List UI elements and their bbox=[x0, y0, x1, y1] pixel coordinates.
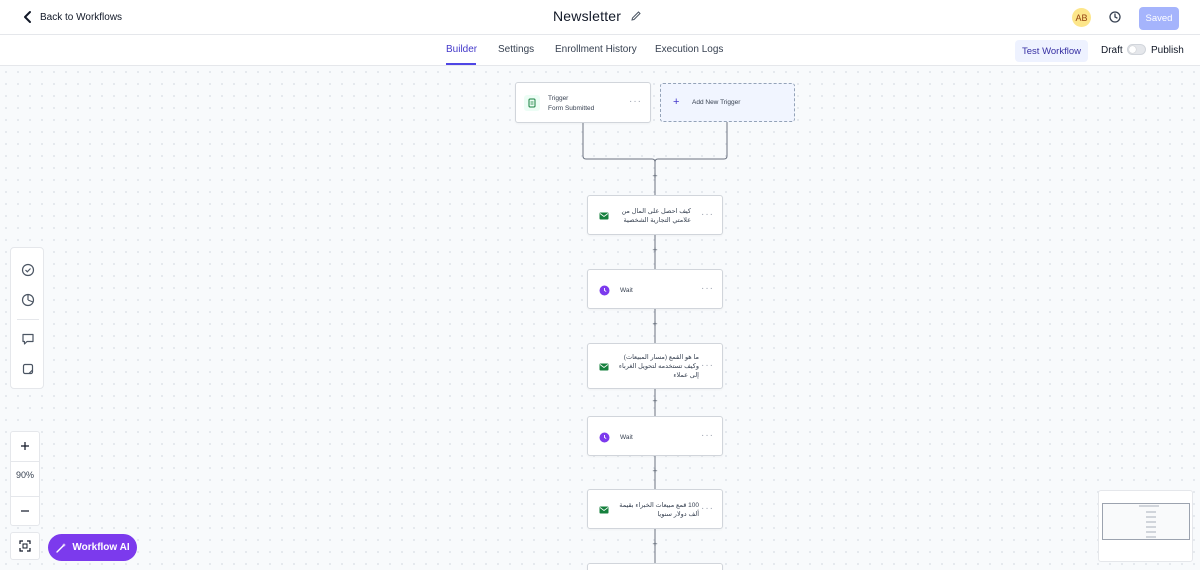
publish-label: Publish bbox=[1151, 45, 1184, 56]
add-trigger-label: Add New Trigger bbox=[692, 99, 741, 106]
minimap-viewport[interactable] bbox=[1102, 503, 1190, 540]
wait-step-node[interactable]: Wait ··· bbox=[587, 269, 723, 309]
more-options-icon[interactable]: ··· bbox=[701, 283, 714, 294]
add-step-button[interactable]: + bbox=[651, 467, 659, 476]
saved-button[interactable]: Saved bbox=[1139, 7, 1179, 30]
zoom-level: 90% bbox=[15, 470, 34, 480]
active-tab-indicator bbox=[446, 63, 476, 65]
history-icon[interactable] bbox=[1108, 10, 1122, 24]
email-icon bbox=[596, 208, 612, 224]
email-step-node[interactable]: 100 قمع مبيعات الخبراء بقيمة ألف دولار س… bbox=[587, 489, 723, 529]
step-text: ما هو القمع (مسار المبيعات) وكيف تستخدمه… bbox=[618, 354, 699, 379]
minus-icon bbox=[21, 510, 29, 512]
step-text: 100 قمع مبيعات الخبراء بقيمة ألف دولار س… bbox=[619, 502, 699, 518]
tool-divider bbox=[17, 319, 39, 320]
tabs-row: Builder Settings Enrollment History Exec… bbox=[0, 35, 1200, 66]
step-text: كيف احصل على المال من علامتي التجارية ال… bbox=[621, 208, 691, 224]
pie-chart-icon[interactable] bbox=[21, 293, 35, 307]
step-text: Wait bbox=[620, 287, 633, 294]
minimap-node bbox=[1139, 505, 1159, 507]
note-icon[interactable] bbox=[21, 362, 35, 376]
more-options-icon[interactable]: ··· bbox=[701, 503, 714, 514]
form-icon bbox=[524, 95, 540, 111]
more-options-icon[interactable]: ··· bbox=[629, 96, 642, 107]
magic-wand-icon bbox=[56, 542, 67, 553]
add-new-trigger-button[interactable]: + Add New Trigger bbox=[660, 83, 795, 122]
add-step-button[interactable]: + bbox=[651, 540, 659, 549]
minimap[interactable] bbox=[1098, 490, 1193, 562]
comment-icon[interactable] bbox=[21, 332, 35, 346]
tab-execution-logs[interactable]: Execution Logs bbox=[655, 44, 723, 55]
publish-toggle[interactable] bbox=[1127, 44, 1146, 55]
minimap-node bbox=[1146, 526, 1156, 528]
zoom-in-button[interactable] bbox=[11, 432, 39, 460]
email-icon bbox=[596, 502, 612, 518]
tab-builder[interactable]: Builder bbox=[446, 44, 477, 55]
top-header: Back to Workflows Newsletter AB Saved bbox=[0, 0, 1200, 35]
workflow-ai-button[interactable]: Workflow AI bbox=[48, 534, 137, 561]
pencil-icon[interactable] bbox=[630, 10, 642, 22]
check-circle-icon[interactable] bbox=[21, 263, 35, 277]
minimap-node bbox=[1146, 521, 1156, 523]
add-step-button[interactable]: + bbox=[651, 397, 659, 406]
clock-icon bbox=[596, 282, 612, 298]
wait-step-node[interactable]: Wait ··· bbox=[587, 416, 723, 456]
next-step-node[interactable] bbox=[587, 563, 723, 570]
minimap-node bbox=[1146, 531, 1156, 533]
add-step-button[interactable]: + bbox=[651, 172, 659, 181]
workflow-title: Newsletter bbox=[553, 8, 622, 24]
test-workflow-button[interactable]: Test Workflow bbox=[1015, 40, 1088, 62]
minimap-node bbox=[1146, 536, 1156, 538]
zoom-out-button[interactable] bbox=[11, 497, 39, 525]
email-icon bbox=[596, 359, 612, 375]
more-options-icon[interactable]: ··· bbox=[701, 430, 714, 441]
user-avatar[interactable]: AB bbox=[1072, 8, 1091, 27]
minimap-node bbox=[1146, 516, 1156, 518]
email-step-node[interactable]: ما هو القمع (مسار المبيعات) وكيف تستخدمه… bbox=[587, 343, 723, 389]
minimap-node bbox=[1146, 511, 1156, 513]
left-tool-panel bbox=[10, 247, 44, 389]
arrow-left-icon bbox=[24, 11, 31, 23]
back-label: Back to Workflows bbox=[40, 11, 123, 23]
workflow-title-area: Newsletter bbox=[553, 8, 642, 24]
trigger-subtitle: Form Submitted bbox=[548, 105, 595, 112]
workflow-canvas[interactable]: Trigger Form Submitted ··· + Add New Tri… bbox=[0, 66, 1200, 570]
tab-settings[interactable]: Settings bbox=[498, 44, 534, 55]
workflow-ai-label: Workflow AI bbox=[72, 542, 130, 553]
tab-enrollment-history[interactable]: Enrollment History bbox=[555, 44, 637, 55]
zoom-divider bbox=[11, 461, 39, 462]
email-step-node[interactable]: كيف احصل على المال من علامتي التجارية ال… bbox=[587, 195, 723, 235]
draft-label: Draft bbox=[1101, 45, 1123, 56]
zoom-controls: 90% bbox=[10, 431, 40, 526]
back-to-workflows-link[interactable]: Back to Workflows bbox=[22, 10, 122, 24]
more-options-icon[interactable]: ··· bbox=[701, 360, 714, 371]
plus-icon bbox=[21, 442, 29, 450]
plus-icon: + bbox=[673, 96, 680, 108]
add-step-button[interactable]: + bbox=[651, 320, 659, 329]
fit-view-button[interactable] bbox=[10, 532, 40, 560]
trigger-node[interactable]: Trigger Form Submitted ··· bbox=[515, 82, 651, 123]
expand-icon bbox=[19, 540, 31, 552]
add-step-button[interactable]: + bbox=[651, 246, 659, 255]
step-text: Wait bbox=[620, 434, 633, 441]
clock-icon bbox=[596, 429, 612, 445]
trigger-title: Trigger bbox=[548, 95, 569, 102]
more-options-icon[interactable]: ··· bbox=[701, 209, 714, 220]
